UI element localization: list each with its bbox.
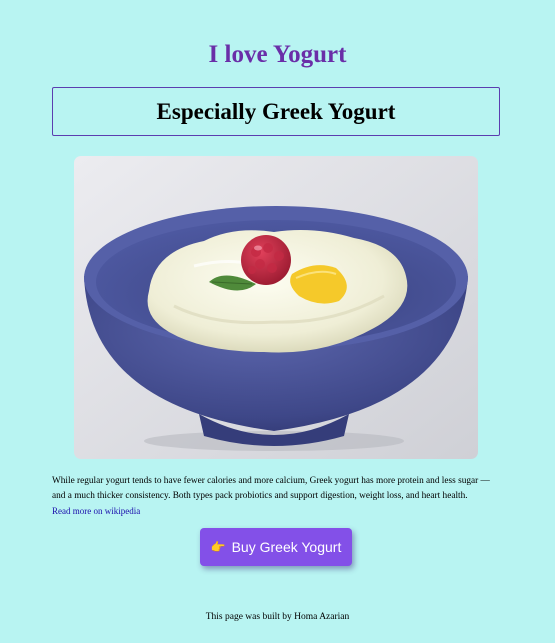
footer-text: This page was built by Homa Azarian — [205, 612, 350, 622]
page-subtitle: Especially Greek Yogurt — [156, 98, 396, 124]
subtitle-box: Especially Greek Yogurt — [52, 87, 500, 136]
pointing-hand-icon: 👉 — [210, 540, 226, 554]
buy-button-label: Buy Greek Yogurt — [231, 539, 342, 555]
description: While regular yogurt tends to have fewer… — [52, 474, 504, 520]
yogurt-bowl-image — [74, 156, 478, 459]
page-title: I love Yogurt — [208, 41, 347, 68]
wikipedia-link[interactable]: Read more on wikipedia — [52, 506, 140, 516]
description-text: While regular yogurt tends to have fewer… — [52, 476, 490, 501]
buy-greek-yogurt-button[interactable]: 👉 Buy Greek Yogurt — [200, 528, 352, 566]
